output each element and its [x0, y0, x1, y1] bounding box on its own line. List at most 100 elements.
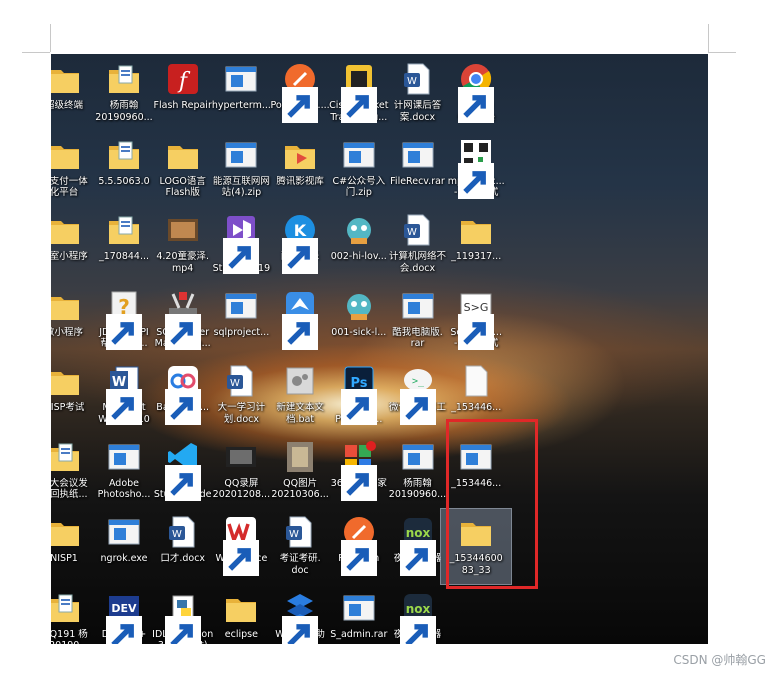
wps-icon: [223, 514, 260, 576]
word-doc-icon: W: [400, 61, 436, 97]
folder-doc-icon: [106, 61, 142, 97]
word-doc-icon: W: [282, 514, 318, 550]
msword-icon: W: [106, 363, 142, 425]
postman-icon: [282, 61, 319, 123]
folder-icon: [458, 212, 494, 248]
window-icon: [223, 137, 259, 173]
window-icon: [106, 439, 142, 475]
folder-doc-icon: [51, 590, 82, 626]
window-icon: [341, 137, 377, 173]
svg-text:W: W: [112, 375, 126, 390]
devcpp-icon: DEV: [106, 590, 142, 644]
image-icon: [282, 439, 318, 475]
help-icon: ?: [106, 288, 142, 350]
wechat-dev-icon: >_: [399, 363, 436, 425]
folder-icon: [165, 137, 201, 173]
desktop-icon-label: _153446...: [451, 402, 502, 413]
svg-text:DEV: DEV: [111, 602, 137, 615]
vscode-icon: [164, 439, 201, 501]
sprite-icon: [341, 212, 377, 248]
nox-multi-icon: nox: [399, 514, 436, 576]
desktop-icon[interactable]: Google Chrome: [441, 56, 511, 131]
file-icon: [458, 363, 494, 399]
shortcut-arrow-icon: [458, 87, 495, 123]
word-doc-icon: W: [400, 212, 436, 248]
desktop-icon[interactable]: _153446...: [441, 434, 511, 509]
video-icon: [165, 212, 201, 248]
360-icon: [340, 439, 377, 501]
folder-icon: [51, 212, 82, 248]
sqlserver-icon: [164, 288, 201, 350]
shortcut-arrow-icon: [282, 313, 319, 350]
baidunet-icon: [164, 363, 201, 425]
wps-assist-icon: [282, 590, 319, 644]
svg-text:nox: nox: [405, 526, 430, 540]
shortcut-arrow-icon: [340, 464, 377, 501]
svg-text:S>G: S>G: [464, 301, 489, 314]
qrcode-icon: [458, 137, 495, 199]
window-icon: [458, 439, 494, 475]
shortcut-arrow-icon: [164, 389, 201, 425]
shortcut-arrow-icon: [164, 313, 201, 350]
vs-icon: [223, 212, 260, 274]
screento-icon: S>G: [458, 288, 495, 350]
shortcut-arrow-icon: [340, 540, 377, 576]
desktop-icon-label: _153446...: [451, 477, 502, 489]
shortcut-arrow-icon: [223, 540, 260, 576]
window-icon: [400, 439, 436, 475]
kugou-icon: K: [282, 212, 319, 274]
svg-text:W: W: [172, 529, 182, 540]
shortcut-arrow-icon: [106, 313, 142, 350]
folder-icon: [51, 137, 82, 173]
desktop-icon[interactable]: _153446...: [441, 358, 511, 433]
video-folder-icon: [282, 137, 318, 173]
film-icon: [223, 439, 259, 475]
shortcut-arrow-icon: [164, 464, 201, 501]
desktop-icon[interactable]: S>GScreenTo... - 快捷方式: [441, 283, 511, 358]
window-icon: [400, 288, 436, 324]
shortcut-arrow-icon: [399, 389, 436, 425]
svg-text:W: W: [407, 76, 417, 87]
shortcut-arrow-icon: [399, 615, 436, 644]
folder-doc-icon: [106, 212, 142, 248]
csdn-watermark: CSDN @帅翰GG: [673, 653, 766, 667]
desktop-icon[interactable]: nox夜神模拟器: [383, 585, 453, 644]
page-corner-mark: [50, 24, 51, 52]
python-icon: [164, 590, 201, 644]
shortcut-arrow-icon: [340, 87, 377, 123]
word-doc-icon: W: [223, 363, 259, 399]
photoshop-icon: Ps: [340, 363, 377, 425]
desktop-icon[interactable]: _119317...: [441, 207, 511, 282]
window-icon: [223, 288, 259, 324]
bat-icon: [282, 363, 318, 399]
folder-icon: [51, 288, 82, 324]
shortcut-arrow-icon: [106, 389, 142, 425]
chrome-icon: [458, 61, 495, 123]
folder-icon: [51, 514, 82, 550]
nox-icon: nox: [399, 590, 436, 644]
svg-text:W: W: [230, 378, 240, 389]
shortcut-arrow-icon: [458, 313, 495, 350]
svg-text:>_: >_: [411, 376, 424, 387]
sprite-icon: [341, 288, 377, 324]
shortcut-arrow-icon: [399, 540, 436, 576]
cisco-icon: [340, 61, 377, 123]
folder-doc-icon: [106, 137, 142, 173]
folder-icon: [223, 590, 259, 626]
shortcut-arrow-icon: [458, 162, 495, 199]
xunlei-icon: [282, 288, 319, 350]
shortcut-arrow-icon: [282, 238, 319, 274]
flash-icon: f: [165, 61, 201, 97]
folder-icon: [51, 363, 82, 399]
window-icon: [400, 137, 436, 173]
desktop-icon-grid: 超级终端杨雨翰 20190960...fFlash Repairhyperter…: [51, 54, 708, 644]
desktop-icon-label: _119317...: [451, 251, 502, 262]
desktop-icon[interactable]: mp-unpac... - 快捷方式: [441, 132, 511, 207]
shortcut-arrow-icon: [223, 238, 260, 274]
postman-icon: [340, 514, 377, 576]
desktop-icon[interactable]: _15344600 83_33: [440, 508, 513, 585]
page-corner-mark: [708, 24, 709, 52]
shortcut-arrow-icon: [106, 615, 142, 644]
window-icon: [341, 590, 377, 626]
page-corner-mark: [22, 52, 50, 53]
